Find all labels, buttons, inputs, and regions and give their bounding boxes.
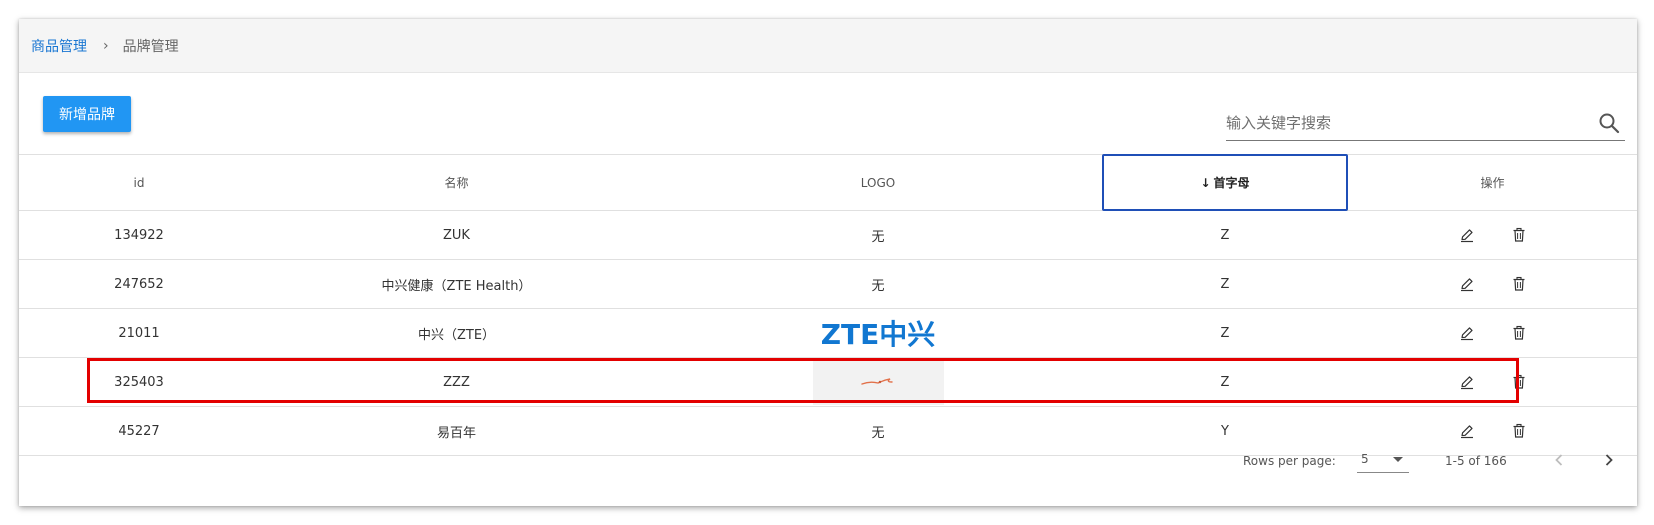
table-row: 247652 中兴健康（ZTE Health） 无 Z	[19, 260, 1637, 309]
cell-letter: Z	[1220, 325, 1230, 341]
edit-icon[interactable]	[1457, 225, 1477, 245]
delete-icon[interactable]	[1509, 323, 1529, 343]
add-brand-button[interactable]: 新增品牌	[43, 96, 131, 132]
cell-letter: Z	[1220, 227, 1230, 243]
cell-id: 247652	[114, 276, 164, 292]
cell-name: 中兴（ZTE）	[417, 327, 496, 343]
column-header-name[interactable]: 名称	[259, 155, 654, 210]
cell-logo: 无	[871, 278, 885, 294]
edit-icon[interactable]	[1457, 323, 1477, 343]
breadcrumb-chevron-icon: ›	[103, 37, 109, 54]
rows-per-page-select[interactable]: 5	[1357, 445, 1409, 473]
breadcrumb-current: 品牌管理	[122, 38, 179, 55]
column-header-ops: 操作	[1480, 176, 1505, 190]
search-icon[interactable]	[1597, 111, 1621, 135]
cell-logo	[654, 358, 1102, 406]
cell-ops	[1348, 358, 1637, 406]
rows-per-page-label: Rows per page:	[1243, 454, 1336, 468]
cell-letter: Z	[1220, 374, 1230, 390]
pagination-range: 1-5 of 166	[1445, 454, 1507, 468]
zte-logo-image: ZTE中兴	[820, 318, 936, 351]
delete-icon[interactable]	[1509, 225, 1529, 245]
next-page-icon[interactable]	[1597, 448, 1621, 472]
cell-id: 134922	[114, 227, 164, 243]
table-row: 325403 ZZZ Z	[19, 358, 1637, 407]
dropdown-arrow-icon	[1393, 457, 1403, 462]
delete-icon[interactable]	[1509, 274, 1529, 294]
search-field	[1226, 107, 1625, 141]
cell-logo: ZTE中兴	[654, 309, 1102, 357]
cell-logo: 无	[871, 229, 885, 245]
cell-name: 中兴健康（ZTE Health）	[381, 278, 532, 294]
cell-name: ZUK	[443, 227, 470, 243]
search-input[interactable]	[1226, 107, 1586, 139]
column-header-letter[interactable]: ↓ 首字母	[1102, 154, 1348, 211]
rows-per-page-value: 5	[1361, 451, 1369, 466]
brand-table: id 名称 LOGO ↓ 首字母 操作 134922 ZUK 无 Z 24765…	[19, 154, 1637, 456]
cell-ops	[1348, 309, 1637, 357]
cell-letter: Z	[1220, 276, 1230, 292]
table-pagination: Rows per page: 5 1-5 of 166	[19, 437, 1637, 489]
previous-page-icon[interactable]	[1547, 448, 1571, 472]
cell-ops	[1348, 260, 1637, 308]
column-header-logo[interactable]: LOGO	[654, 155, 1102, 210]
sort-arrow-icon: ↓	[1200, 175, 1211, 190]
column-header-id[interactable]: id	[19, 155, 259, 210]
cell-id: 325403	[114, 374, 164, 390]
edit-icon[interactable]	[1457, 274, 1477, 294]
table-header: id 名称 LOGO ↓ 首字母 操作	[19, 154, 1637, 211]
breadcrumb-parent-link[interactable]: 商品管理	[31, 36, 87, 56]
table-row: 21011 中兴（ZTE） ZTE中兴 Z	[19, 309, 1637, 358]
brand-management-card: 商品管理 › 品牌管理 新增品牌 id 名称 LOGO ↓ 首字母 操作 134…	[19, 19, 1637, 506]
cell-ops	[1348, 211, 1637, 259]
table-row: 134922 ZUK 无 Z	[19, 211, 1637, 260]
cell-id: 21011	[118, 325, 160, 341]
brand-logo-image	[812, 359, 944, 405]
column-header-letter-label: 首字母	[1213, 176, 1250, 190]
breadcrumb: 商品管理 › 品牌管理	[19, 19, 1637, 73]
cell-name: ZZZ	[443, 374, 470, 390]
delete-icon[interactable]	[1509, 372, 1529, 392]
edit-icon[interactable]	[1457, 372, 1477, 392]
